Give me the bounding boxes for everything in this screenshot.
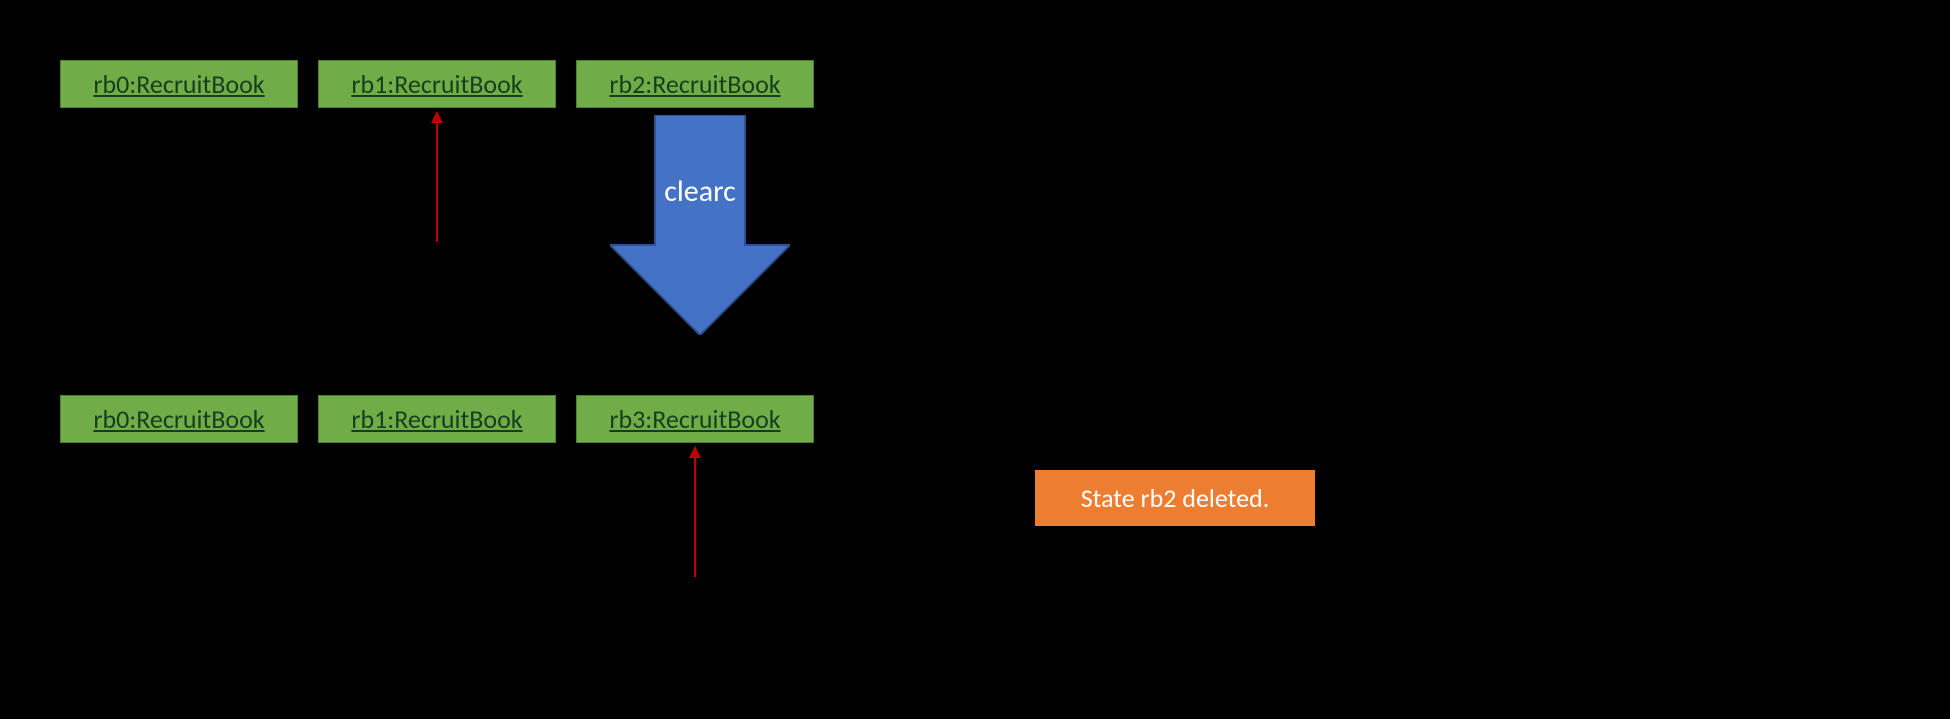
command-arrow: clearc (610, 115, 790, 335)
down-arrow-shape (610, 115, 790, 335)
current-state-pointer-top (436, 112, 438, 242)
uml-object-rb1-top: rb1:RecruitBook (318, 60, 556, 108)
uml-object-rb2-top: rb2:RecruitBook (576, 60, 814, 108)
uml-object-rb3-bottom: rb3:RecruitBook (576, 395, 814, 443)
current-state-pointer-bottom (694, 447, 696, 577)
uml-object-rb1-bottom: rb1:RecruitBook (318, 395, 556, 443)
arrow-label: clearc (610, 173, 790, 210)
uml-object-rb0-bottom: rb0:RecruitBook (60, 395, 298, 443)
deleted-state-note: State rb2 deleted. (1035, 470, 1315, 526)
down-arrow-icon (610, 115, 790, 335)
uml-object-rb0-top: rb0:RecruitBook (60, 60, 298, 108)
